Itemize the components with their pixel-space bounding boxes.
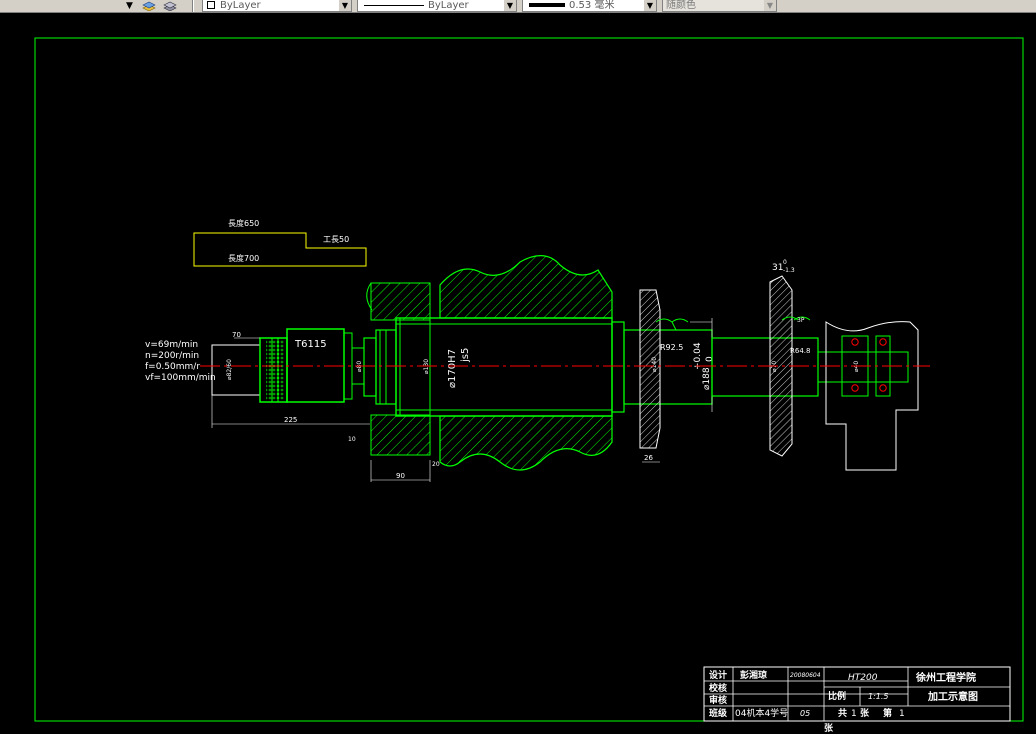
title-sheet-unit-2: 张	[824, 722, 834, 734]
cutting-tool: T6115 70 ⌀82/60 225 10	[211, 328, 370, 443]
param-speed: v=69m/min	[145, 340, 198, 350]
chevron-down-icon[interactable]: ▼	[764, 0, 776, 11]
param-feed-rate: vf=100mm/min	[145, 373, 216, 383]
tool-label: T6115	[294, 339, 327, 350]
gearbox-housing: ⌀40	[825, 321, 919, 471]
chevron-down-icon[interactable]: ▼	[644, 0, 656, 11]
cad-drawing: 長度650 工長50 長度700 v=69m/min n=200r/min f=…	[34, 37, 1024, 734]
lineweight-preview	[529, 3, 565, 7]
title-scale-value: 1:1.5	[868, 692, 889, 701]
dim-pulley-width: 31	[772, 263, 783, 273]
bearing-ball-icon	[879, 338, 887, 346]
dim-pulley-tol-up: 0	[783, 259, 787, 266]
color-combo[interactable]: ByLayer ▼	[202, 0, 352, 12]
title-check-label: 校核	[709, 682, 727, 694]
bearing-ball-icon	[851, 338, 859, 346]
title-block: 设计 彭湘琼 20080604 校核 审核 班级 04机本4学号 05 HT20…	[703, 666, 1011, 734]
title-design-label: 设计	[709, 669, 727, 681]
lineweight-value: 0.53 毫米	[569, 0, 615, 11]
color-value: ByLayer	[220, 0, 261, 11]
drive-shaft: 31 0 -1.3 3P R64.8 ⌀70	[711, 259, 909, 457]
title-material: HT200	[848, 673, 878, 683]
title-student-no: 05	[800, 709, 810, 718]
param-rpm: n=200r/min	[145, 351, 199, 361]
dim-tol-lower: 0	[705, 356, 715, 362]
dim-width-90: 90	[396, 472, 405, 480]
dim-spindle-dia: ⌀140	[651, 357, 658, 372]
param-feed: f=0.50mm/r	[145, 362, 200, 372]
toolbar-separator	[192, 0, 194, 12]
dim-radius-2: R64.8	[790, 347, 810, 355]
title-sheet-unit: 张	[860, 707, 870, 719]
title-class-label: 班级	[709, 707, 728, 719]
title-sheet-no-prefix: 第	[883, 707, 892, 719]
dim-radius: R92.5	[660, 343, 683, 352]
chevron-down-icon[interactable]: ▼	[504, 0, 516, 11]
layer-state-icon[interactable]	[142, 1, 156, 11]
fixture-label-top: 長度650	[228, 218, 259, 228]
properties-toolbar: ▼ ByLayer ▼ ByLayer ▼ 0.53 毫米 ▼ 随颜色 ▼	[0, 0, 1036, 13]
linetype-preview	[364, 5, 424, 6]
linetype-value: ByLayer	[428, 0, 469, 11]
drawing-canvas[interactable]: 長度650 工長50 長度700 v=69m/min n=200r/min f=…	[0, 13, 1036, 734]
title-designer-name: 彭湘琼	[740, 669, 767, 681]
linetype-combo[interactable]: ByLayer ▼	[357, 0, 517, 12]
plotstyle-value: 随颜色	[666, 0, 696, 11]
dim-tool-diameter: ⌀82/60	[226, 359, 233, 380]
dim-bore-fit-1: ⌀170H7	[447, 349, 458, 388]
fixture-block: 長度650 工長50 長度700	[193, 218, 367, 267]
color-swatch-icon	[207, 1, 215, 9]
left-support-wall: 90 20	[366, 282, 440, 482]
lineweight-combo[interactable]: 0.53 毫米 ▼	[522, 0, 657, 12]
title-review-label: 审核	[709, 694, 727, 706]
title-class-value: 04机本4学号	[735, 707, 788, 719]
title-sheet-no: 1	[899, 709, 905, 719]
chevron-down-icon[interactable]: ▼	[339, 0, 351, 11]
layer-stack-icon[interactable]	[163, 1, 177, 11]
title-sheet-total: 1	[851, 709, 857, 719]
fixture-label-mid: 工長50	[323, 235, 349, 244]
guide-bushing: ⌀80	[356, 329, 397, 405]
title-scale-label: 比例	[828, 690, 846, 702]
dim-bore-fit-2: js5	[460, 348, 471, 363]
title-school: 徐州工程学院	[915, 671, 976, 684]
spindle-nose: ⌀140 R92.5 ⌀188 +0.04 0 26	[611, 289, 715, 463]
title-design-date: 20080604	[790, 672, 821, 679]
dim-3p: 3P	[797, 317, 805, 324]
fixture-label-bottom: 長度700	[228, 253, 259, 263]
bearing-ball-icon	[879, 384, 887, 392]
bearing-ball-icon	[851, 384, 859, 392]
title-drawing-title: 加工示意图	[927, 690, 978, 703]
dim-outer-dia: ⌀188	[702, 367, 712, 390]
title-sheet-total-prefix: 共	[838, 707, 847, 719]
dim-small-20: 20	[432, 461, 440, 468]
layer-dropdown-arrow[interactable]: ▼	[126, 0, 133, 12]
dim-small-offset: 10	[348, 436, 356, 443]
dim-width-26: 26	[644, 454, 653, 462]
cutting-parameters: v=69m/min n=200r/min f=0.50mm/r vf=100mm…	[145, 340, 216, 383]
dim-tool-total: 225	[284, 416, 297, 424]
dim-tool-length: 70	[232, 331, 241, 339]
plotstyle-combo[interactable]: 随颜色 ▼	[662, 0, 777, 12]
dim-pulley-tol-low: -1.3	[783, 267, 795, 274]
